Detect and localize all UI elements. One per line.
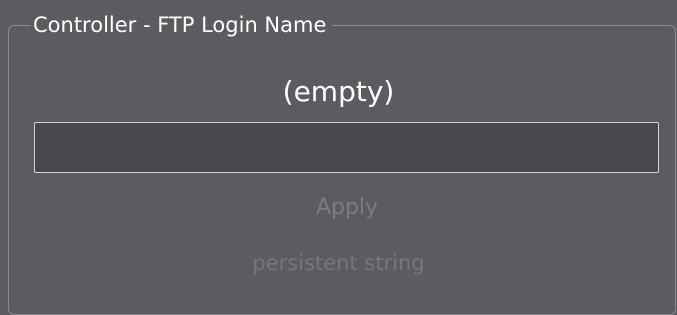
ftp-login-name-input[interactable]: [34, 122, 659, 173]
value-type-label: persistent string: [252, 251, 425, 275]
current-value-label: (empty): [282, 75, 395, 108]
group-title: Controller - FTP Login Name: [31, 8, 333, 42]
apply-button[interactable]: Apply: [287, 188, 407, 228]
